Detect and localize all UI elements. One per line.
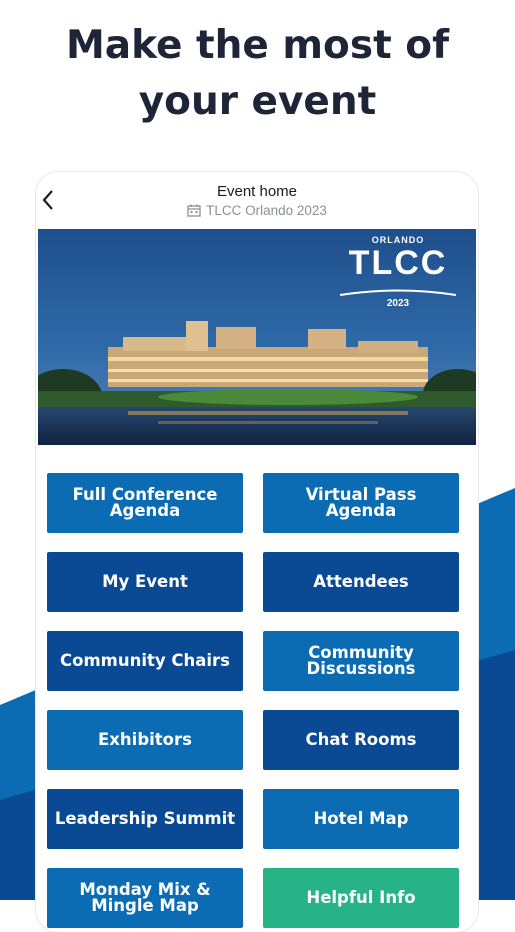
- menu-grid: Full Conference Agenda Virtual Pass Agen…: [47, 473, 459, 928]
- helpful-info-button[interactable]: Helpful Info: [263, 868, 459, 928]
- headline-line-2: your event: [138, 79, 377, 124]
- headline-line-1: Make the most of: [65, 23, 450, 68]
- tile-label: Community Chairs: [60, 651, 230, 670]
- tile-label: My Event: [102, 572, 188, 591]
- tile-label: Leadership Summit: [54, 809, 236, 828]
- attendees-button[interactable]: Attendees: [263, 552, 459, 612]
- community-discussions-button[interactable]: Community Discussions: [263, 631, 459, 691]
- top-bar: Event home TLCC Orlando 2023: [36, 172, 478, 229]
- hero-banner: ORLANDO TLCC 2023: [38, 229, 476, 445]
- hotel-map-button[interactable]: Hotel Map: [263, 789, 459, 849]
- tile-label: Helpful Info: [306, 888, 416, 907]
- event-subtitle: TLCC Orlando 2023: [36, 203, 478, 218]
- tile-label: Hotel Map: [313, 809, 409, 828]
- tile-label: Chat Rooms: [305, 730, 417, 749]
- phone-screen: Event home TLCC Orlando 2023 ORLANDO TLC…: [36, 172, 478, 932]
- headline: Make the most of your event: [0, 18, 515, 130]
- leadership-summit-button[interactable]: Leadership Summit: [47, 789, 243, 849]
- tile-label: Virtual Pass Agenda: [305, 485, 417, 520]
- event-name: TLCC Orlando 2023: [206, 203, 327, 218]
- monday-mix-mingle-map-button[interactable]: Monday Mix & Mingle Map: [47, 868, 243, 928]
- page-title: Event home: [216, 183, 298, 200]
- tile-label: Community Discussions: [306, 643, 416, 678]
- logo-swoosh: [339, 289, 457, 296]
- community-chairs-button[interactable]: Community Chairs: [47, 631, 243, 691]
- logo-year: 2023: [386, 298, 410, 309]
- tile-label: Attendees: [313, 572, 409, 591]
- tile-label: Monday Mix & Mingle Map: [79, 880, 211, 915]
- chat-rooms-button[interactable]: Chat Rooms: [263, 710, 459, 770]
- calendar-icon: [187, 204, 201, 217]
- tile-label: Full Conference Agenda: [72, 485, 218, 520]
- my-event-button[interactable]: My Event: [47, 552, 243, 612]
- full-conference-agenda-button[interactable]: Full Conference Agenda: [47, 473, 243, 533]
- virtual-pass-agenda-button[interactable]: Virtual Pass Agenda: [263, 473, 459, 533]
- exhibitors-button[interactable]: Exhibitors: [47, 710, 243, 770]
- logo-name: TLCC: [348, 244, 448, 282]
- tile-label: Exhibitors: [98, 730, 192, 749]
- event-logo: ORLANDO TLCC 2023: [338, 235, 458, 309]
